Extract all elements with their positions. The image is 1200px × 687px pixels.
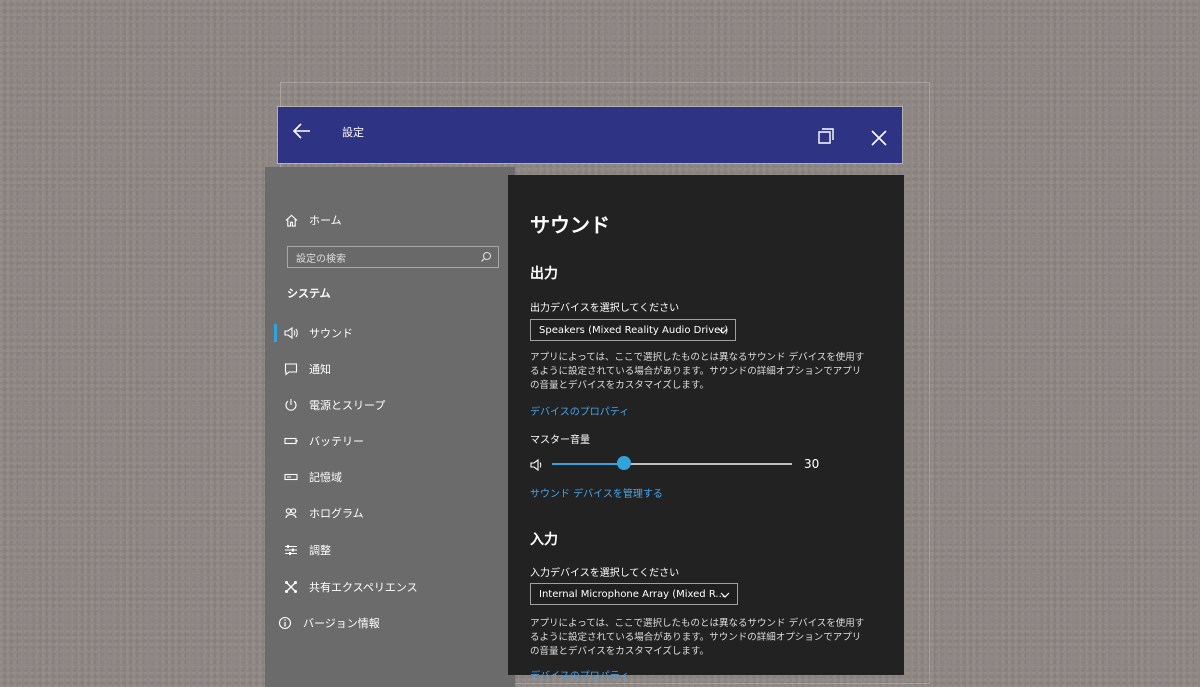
sidebar-item-adjust[interactable]: 調整 — [283, 539, 331, 561]
sidebar-item-power[interactable]: 電源とスリープ — [283, 394, 385, 416]
storage-icon — [283, 469, 299, 485]
output-description: アプリによっては、ここで選択したものとは異なるサウンド デバイスを使用するように… — [530, 352, 865, 391]
master-volume-label: マスター音量 — [530, 435, 590, 446]
sidebar-item-label: サウンド — [309, 327, 353, 340]
volume-value: 30 — [804, 457, 820, 471]
chevron-down-icon — [717, 325, 729, 337]
page-title: サウンド — [530, 213, 610, 237]
sidebar-item-label: バージョン情報 — [303, 617, 380, 630]
speaker-icon — [283, 325, 299, 341]
sidebar: ホーム 設定の検索 システム サウンド 通知 電源とスリープ バッテリー 記憶域… — [265, 167, 515, 687]
output-device-value: Speakers (Mixed Reality Audio Driver) — [539, 324, 729, 336]
home-icon — [283, 212, 299, 228]
battery-icon — [283, 433, 299, 449]
output-heading: 出力 — [530, 266, 558, 282]
input-device-label: 入力デバイスを選択してください — [530, 568, 680, 579]
sidebar-item-label: バッテリー — [309, 435, 364, 448]
sidebar-item-label: 調整 — [309, 544, 331, 557]
hologram-icon — [283, 505, 299, 521]
back-arrow-icon[interactable] — [290, 119, 314, 143]
slider-thumb[interactable] — [617, 456, 631, 470]
master-volume-slider[interactable]: 30 — [530, 455, 830, 475]
main-content: サウンド 出力 出力デバイスを選択してください Speakers (Mixed … — [508, 175, 904, 682]
sidebar-item-home[interactable]: ホーム — [283, 209, 342, 231]
sidebar-item-label: 電源とスリープ — [309, 399, 386, 412]
close-icon[interactable] — [870, 129, 888, 147]
adjust-icon — [283, 542, 299, 558]
volume-icon — [530, 457, 544, 472]
info-icon — [277, 615, 293, 631]
sidebar-item-label: 通知 — [309, 363, 331, 376]
section-header: システム — [287, 287, 331, 300]
output-device-dropdown[interactable]: Speakers (Mixed Reality Audio Driver) — [530, 319, 736, 341]
output-device-properties-link[interactable]: デバイスのプロパティ — [530, 403, 629, 418]
shared-experience-icon — [283, 579, 299, 595]
restore-window-icon[interactable] — [816, 127, 836, 147]
sidebar-item-battery[interactable]: バッテリー — [283, 430, 364, 452]
input-device-dropdown[interactable]: Internal Microphone Array (Mixed R... — [530, 583, 738, 605]
slider-fill — [552, 463, 624, 465]
power-icon — [283, 397, 299, 413]
sidebar-item-about[interactable]: バージョン情報 — [277, 612, 380, 634]
input-device-value: Internal Microphone Array (Mixed R... — [539, 588, 725, 600]
manage-sound-devices-link[interactable]: サウンド デバイスを管理する — [530, 485, 663, 500]
search-input[interactable]: 設定の検索 — [287, 246, 499, 268]
sidebar-item-sound[interactable]: サウンド — [274, 322, 353, 344]
sidebar-item-label: 記憶域 — [309, 471, 342, 484]
title-bar: 設定 — [278, 107, 902, 163]
sidebar-item-label: ホログラム — [309, 507, 364, 520]
sidebar-item-shared-experience[interactable]: 共有エクスペリエンス — [283, 576, 418, 598]
search-placeholder: 設定の検索 — [296, 253, 346, 265]
search-icon — [480, 251, 492, 263]
sidebar-item-label: 共有エクスペリエンス — [309, 581, 418, 594]
sidebar-item-label: ホーム — [309, 214, 342, 227]
sidebar-item-hologram[interactable]: ホログラム — [283, 502, 364, 524]
sidebar-item-notifications[interactable]: 通知 — [283, 358, 331, 380]
sidebar-item-storage[interactable]: 記憶域 — [283, 466, 342, 488]
output-device-label: 出力デバイスを選択してください — [530, 303, 680, 314]
chevron-down-icon — [719, 589, 731, 601]
input-heading: 入力 — [530, 532, 558, 548]
notification-icon — [283, 361, 299, 377]
input-description: アプリによっては、ここで選択したものとは異なるサウンド デバイスを使用するように… — [530, 618, 865, 657]
window-title: 設定 — [342, 126, 364, 139]
slider-track[interactable] — [552, 463, 792, 465]
